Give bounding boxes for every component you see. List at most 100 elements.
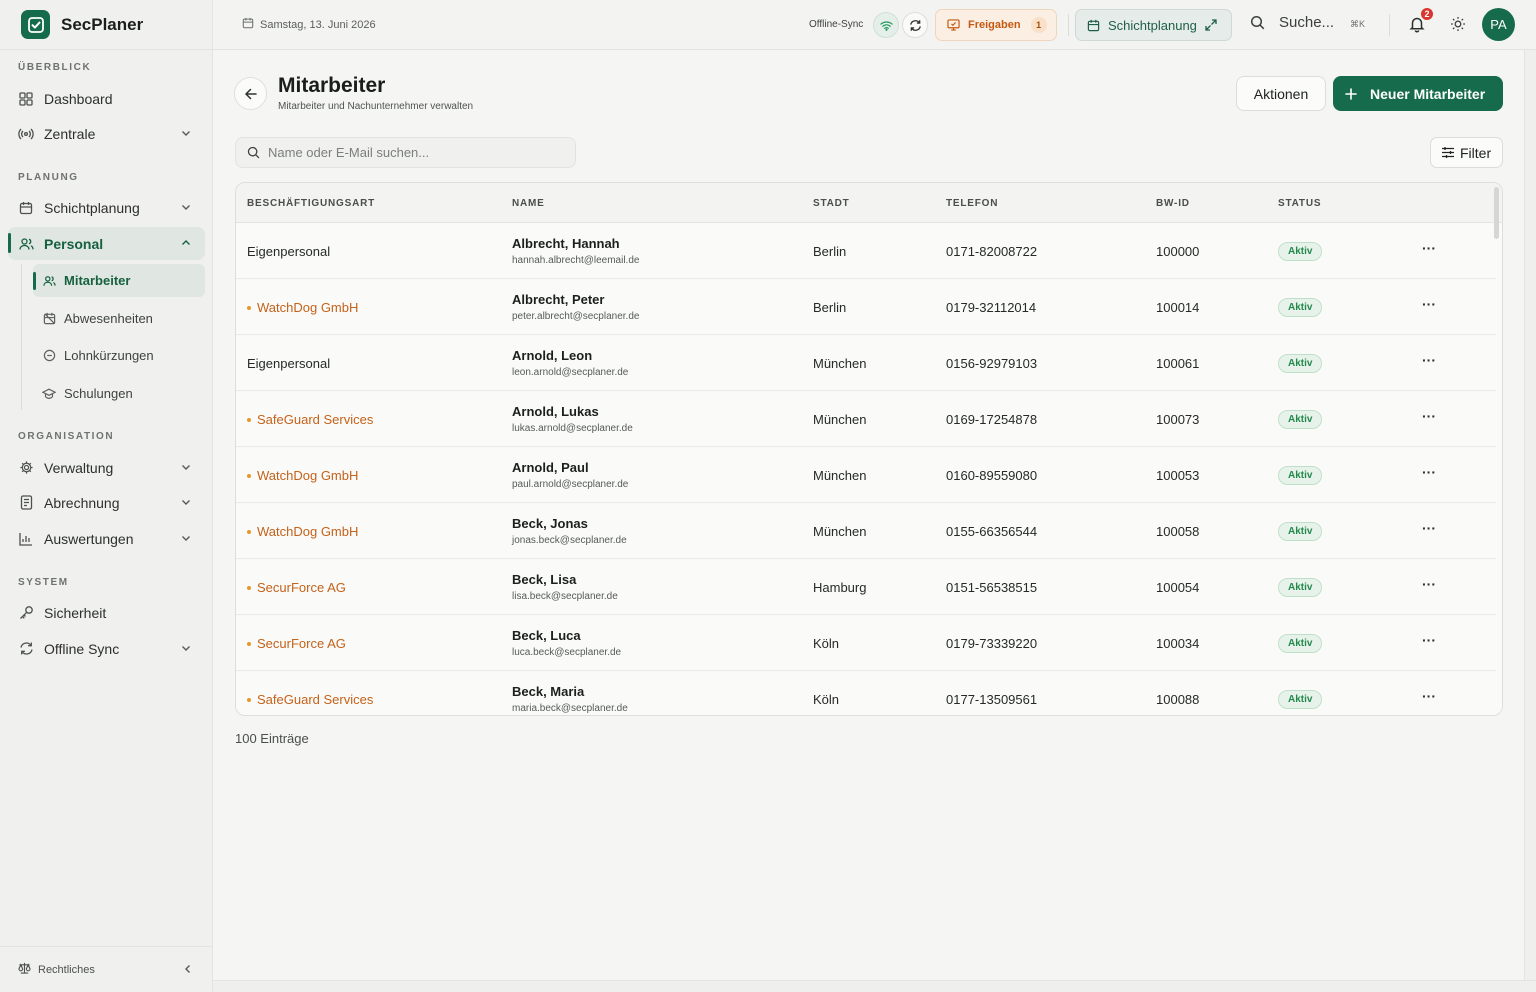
- legal-link[interactable]: Rechtliches: [38, 964, 95, 976]
- more-options-icon[interactable]: ···: [1420, 633, 1438, 651]
- status-badge: Aktiv: [1278, 410, 1323, 429]
- column-header-type[interactable]: BESCHÄFTIGUNGSART: [247, 198, 375, 209]
- sidebar-subitem-abwesenheiten[interactable]: Abwesenheiten: [33, 302, 205, 335]
- collapse-sidebar-icon[interactable]: [182, 963, 194, 975]
- users-icon: [42, 274, 56, 288]
- sidebar-item-offline-sync[interactable]: Offline Sync: [8, 632, 205, 665]
- sidebar-item-schichtplanung[interactable]: Schichtplanung: [8, 191, 205, 224]
- sidebar-subitem-lohnkuerzungen[interactable]: Lohnkürzungen: [33, 339, 205, 372]
- employee-name[interactable]: Albrecht, Peter: [512, 292, 604, 307]
- employee-bwid: 100058: [1156, 524, 1200, 539]
- employee-name[interactable]: Arnold, Paul: [512, 460, 589, 475]
- subcontractor-dot-icon: [247, 641, 251, 646]
- sidebar-subitem-schulungen[interactable]: Schulungen: [33, 377, 205, 410]
- employee-city: Berlin: [813, 300, 847, 315]
- employee-name[interactable]: Albrecht, Hannah: [512, 236, 620, 251]
- column-header-bwid[interactable]: BW-ID: [1156, 198, 1190, 209]
- column-header-name[interactable]: NAME: [512, 198, 545, 209]
- sidebar-subitem-label: Schulungen: [64, 386, 133, 401]
- employment-type: SecurForce AG: [247, 580, 346, 595]
- wifi-status-button[interactable]: [873, 12, 899, 38]
- active-indicator: [33, 272, 36, 290]
- column-header-city[interactable]: STADT: [813, 198, 850, 209]
- sidebar-item-abrechnung[interactable]: Abrechnung: [8, 486, 205, 519]
- subcontractor-dot-icon: [247, 697, 251, 702]
- status-badge: Aktiv: [1278, 298, 1323, 317]
- sidebar-item-personal[interactable]: Personal: [8, 227, 205, 260]
- employment-type: SafeGuard Services: [247, 412, 373, 427]
- sidebar-item-sicherheit[interactable]: Sicherheit: [8, 596, 205, 629]
- sidebar-item-label: Sicherheit: [44, 604, 107, 621]
- grid-icon: [18, 91, 34, 107]
- table-row[interactable]: WatchDog GmbH Albrecht, Peter peter.albrec…: [236, 279, 1496, 335]
- column-header-phone[interactable]: TELEFON: [946, 198, 998, 209]
- more-options-icon[interactable]: ···: [1420, 465, 1438, 483]
- avatar[interactable]: PA: [1482, 8, 1515, 41]
- employee-email: hannah.albrecht@leemail.de: [512, 255, 640, 266]
- refresh-button[interactable]: [902, 12, 928, 38]
- chevron-down-icon: [182, 646, 190, 651]
- table-row[interactable]: SafeGuard Services Arnold, Lukas lukas.arn…: [236, 391, 1496, 447]
- sidebar-item-label: Verwaltung: [44, 459, 114, 476]
- table-scrollbar[interactable]: [1494, 187, 1499, 239]
- employee-city: München: [813, 468, 867, 483]
- table-row[interactable]: Eigenpersonal Arnold, Leon leon.arnold@sec…: [236, 335, 1496, 391]
- back-button[interactable]: [234, 77, 267, 110]
- sidebar-item-auswertungen[interactable]: Auswertungen: [8, 522, 205, 555]
- more-options-icon[interactable]: ···: [1420, 241, 1438, 259]
- sidebar-subitem-mitarbeiter[interactable]: Mitarbeiter: [33, 264, 205, 297]
- status-badge: Aktiv: [1278, 466, 1323, 485]
- current-date: Samstag, 13. Juni 2026: [242, 17, 376, 32]
- column-header-status[interactable]: STATUS: [1278, 198, 1321, 209]
- new-employee-button[interactable]: Neuer Mitarbeiter: [1333, 76, 1503, 111]
- employee-city: Hamburg: [813, 580, 867, 595]
- sidebar-item-zentrale[interactable]: Zentrale: [8, 117, 205, 150]
- more-options-icon[interactable]: ···: [1420, 409, 1438, 427]
- employee-phone: 0156-92979103: [946, 356, 1038, 371]
- global-search-trigger[interactable]: Suche...: [1250, 14, 1334, 31]
- more-options-icon[interactable]: ···: [1420, 353, 1438, 371]
- table-row[interactable]: WatchDog GmbH Beck, Jonas jonas.beck@secpl…: [236, 503, 1496, 559]
- chevron-down-icon: [182, 465, 190, 470]
- table-row[interactable]: SafeGuard Services Beck, Maria maria.beck@…: [236, 671, 1496, 715]
- freigaben-button[interactable]: Freigaben 1: [935, 9, 1057, 41]
- table-row[interactable]: Eigenpersonal Albrecht, Hannah hannah.albr…: [236, 223, 1496, 279]
- aktionen-button[interactable]: Aktionen: [1236, 76, 1326, 111]
- chevron-down-icon: [182, 536, 190, 541]
- employee-phone: 0160-89559080: [946, 468, 1038, 483]
- calendar-icon: [242, 17, 254, 32]
- submenu-line: [21, 264, 22, 410]
- table-row[interactable]: SecurForce AG Beck, Luca luca.beck@secplan…: [236, 615, 1496, 671]
- page-scrollbar[interactable]: [1524, 50, 1536, 980]
- schichtplanung-shortcut-label: Schichtplanung: [1108, 17, 1197, 33]
- employment-type: WatchDog GmbH: [247, 468, 358, 483]
- sun-icon[interactable]: [1450, 16, 1466, 32]
- brand[interactable]: SecPlaner: [0, 0, 212, 50]
- employee-name[interactable]: Arnold, Leon: [512, 348, 592, 363]
- employee-bwid: 100088: [1156, 692, 1200, 707]
- employee-bwid: 100073: [1156, 412, 1200, 427]
- employee-name[interactable]: Beck, Lisa: [512, 572, 576, 587]
- more-options-icon[interactable]: ···: [1420, 521, 1438, 539]
- filter-button[interactable]: Filter: [1430, 137, 1503, 168]
- table-row[interactable]: WatchDog GmbH Arnold, Paul paul.arnold@sec…: [236, 447, 1496, 503]
- employee-name[interactable]: Beck, Luca: [512, 628, 581, 643]
- more-options-icon[interactable]: ···: [1420, 577, 1438, 595]
- subcontractor-dot-icon: [247, 529, 251, 534]
- employee-name[interactable]: Beck, Jonas: [512, 516, 588, 531]
- sidebar-item-label: Schichtplanung: [44, 199, 140, 216]
- more-options-icon[interactable]: ···: [1420, 297, 1438, 315]
- horizontal-scrollbar[interactable]: [213, 980, 1536, 992]
- employee-name[interactable]: Beck, Maria: [512, 684, 584, 699]
- employee-name[interactable]: Arnold, Lukas: [512, 404, 599, 419]
- sidebar-item-verwaltung[interactable]: Verwaltung: [8, 451, 205, 484]
- employee-email: paul.arnold@secplaner.de: [512, 479, 629, 490]
- bar-chart-icon: [18, 531, 34, 547]
- search-input[interactable]: [268, 145, 558, 160]
- schichtplanung-shortcut-button[interactable]: Schichtplanung: [1075, 9, 1232, 41]
- sidebar-item-dashboard[interactable]: Dashboard: [8, 82, 205, 115]
- more-options-icon[interactable]: ···: [1420, 689, 1438, 707]
- expand-icon: [1205, 19, 1217, 31]
- status-badge: Aktiv: [1278, 522, 1323, 541]
- table-row[interactable]: SecurForce AG Beck, Lisa lisa.beck@secplan…: [236, 559, 1496, 615]
